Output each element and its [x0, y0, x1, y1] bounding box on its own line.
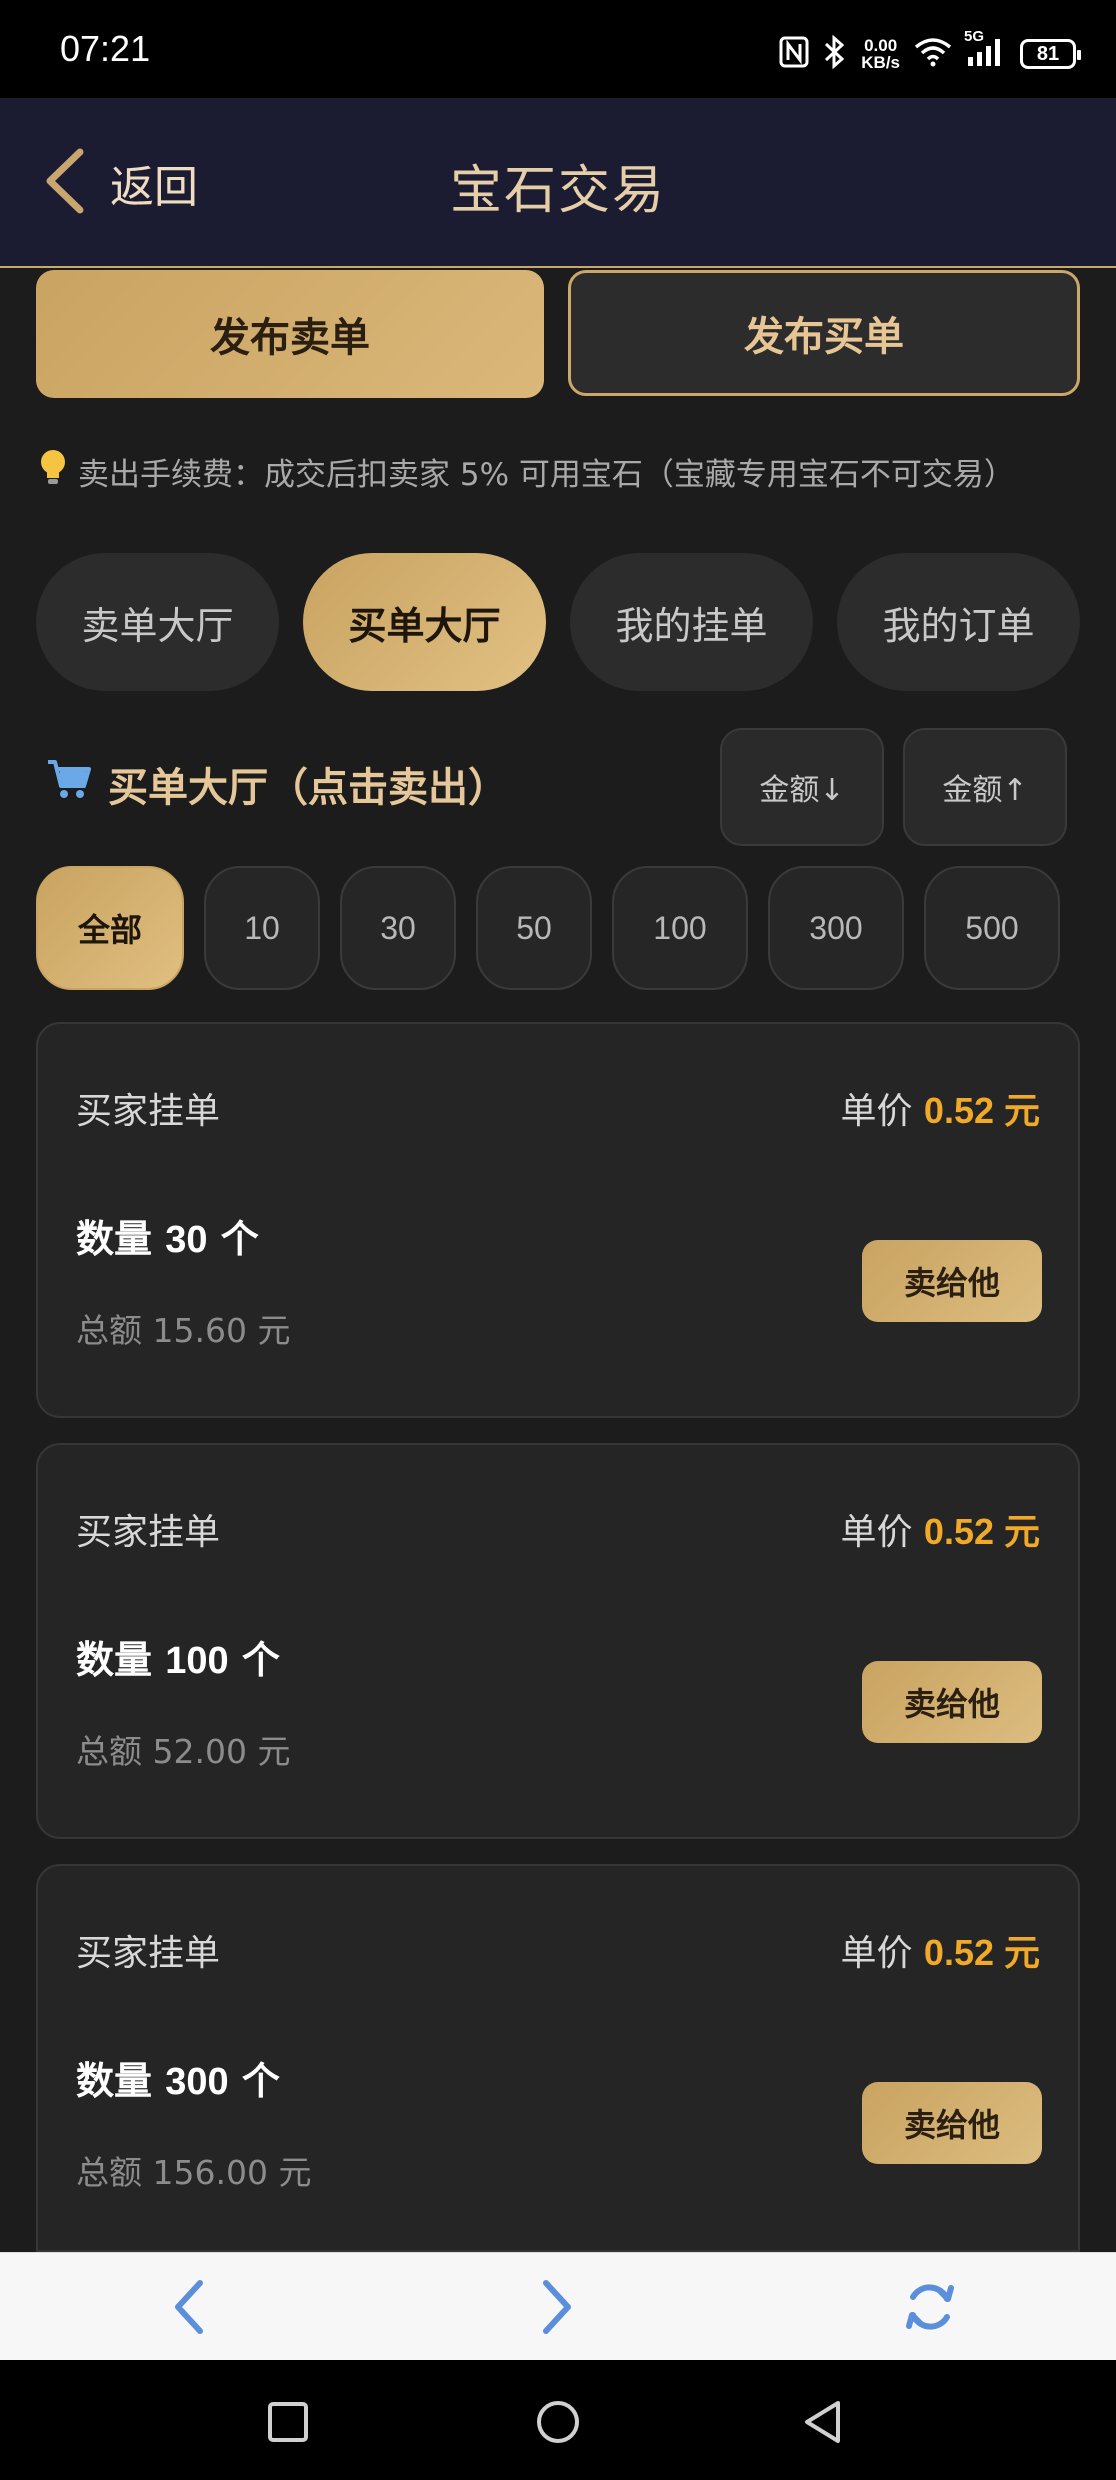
nfc-icon	[779, 36, 809, 73]
refresh-icon[interactable]	[894, 2271, 966, 2343]
quantity-label: 数量	[76, 2059, 153, 2103]
quantity-label: 数量	[76, 1217, 153, 1261]
section-header: 买单大厅（点击卖出）	[46, 755, 508, 813]
browser-toolbar	[0, 2252, 1116, 2360]
quantity-unit: 个	[241, 1638, 280, 1682]
sort-amount-asc-button[interactable]: 金额↑	[903, 728, 1067, 846]
chevron-right-icon[interactable]	[522, 2271, 594, 2343]
quantity-value: 30	[165, 1219, 208, 1261]
order-card: 买家挂单 单价 0.52 元 数量 30 个 总额 15.60 元 卖给他	[36, 1022, 1080, 1418]
tab-buy-hall[interactable]: 买单大厅	[303, 553, 546, 691]
battery-indicator: 81	[1020, 39, 1081, 69]
order-total: 总额 52.00 元	[76, 1732, 291, 1771]
unit-price: 单价 0.52 元	[840, 1503, 1040, 1555]
order-quantity: 数量 300 个	[76, 2050, 280, 2105]
filter-chip-all[interactable]: 全部	[36, 866, 184, 990]
lightbulb-icon	[38, 448, 68, 495]
hall-tabs: 卖单大厅 买单大厅 我的挂单 我的订单	[36, 553, 1080, 691]
chevron-left-icon[interactable]	[152, 2271, 224, 2343]
sell-to-buyer-button[interactable]: 卖给他	[862, 2082, 1042, 2164]
network-type: 5G	[964, 27, 985, 45]
system-navigation-bar	[0, 2360, 1116, 2480]
post-buy-order-button[interactable]: 发布买单	[568, 270, 1080, 396]
status-time: 07:21	[60, 28, 151, 69]
section-title: 买单大厅（点击卖出）	[108, 765, 508, 811]
unit-price-label: 单价	[840, 1512, 913, 1553]
order-card: 买家挂单 单价 0.52 元 数量 100 个 总额 52.00 元 卖给他	[36, 1443, 1080, 1839]
page-title: 宝石交易	[449, 161, 666, 221]
unit-price: 单价 0.52 元	[840, 1924, 1040, 1976]
net-speed-unit: KB/s	[861, 53, 900, 72]
unit-price-value: 0.52 元	[923, 1090, 1040, 1131]
unit-price-label: 单价	[840, 1091, 913, 1132]
circle-icon[interactable]	[528, 2392, 588, 2452]
quantity-value: 300	[165, 2061, 229, 2103]
sort-amount-desc-button[interactable]: 金额↓	[720, 728, 884, 846]
filter-chip-300[interactable]: 300	[768, 866, 904, 990]
quantity-unit: 个	[241, 2059, 280, 2103]
sell-to-buyer-button[interactable]: 卖给他	[862, 1661, 1042, 1743]
quantity-value: 100	[165, 1640, 229, 1682]
square-icon[interactable]	[258, 2392, 318, 2452]
post-order-actions: 发布卖单 发布买单	[36, 270, 1080, 398]
order-card: 买家挂单 单价 0.52 元 数量 300 个 总额 156.00 元 卖给他	[36, 1864, 1080, 2252]
order-quantity: 数量 100 个	[76, 1629, 280, 1684]
filter-chip-10[interactable]: 10	[204, 866, 320, 990]
cell-signal-icon: 5G	[964, 29, 1006, 72]
tab-my-listings[interactable]: 我的挂单	[570, 553, 813, 691]
wifi-icon	[914, 37, 952, 72]
filter-chip-100[interactable]: 100	[612, 866, 748, 990]
filter-chip-30[interactable]: 30	[340, 866, 456, 990]
filter-chip-50[interactable]: 50	[476, 866, 592, 990]
fee-notice-text: 卖出手续费：成交后扣卖家 5% 可用宝石（宝藏专用宝石不可交易）	[78, 457, 1015, 493]
order-quantity: 数量 30 个	[76, 1208, 259, 1263]
quantity-unit: 个	[220, 1217, 259, 1261]
post-sell-order-button[interactable]: 发布卖单	[36, 270, 544, 398]
unit-price: 单价 0.52 元	[840, 1082, 1040, 1134]
fee-notice: 卖出手续费：成交后扣卖家 5% 可用宝石（宝藏专用宝石不可交易）	[38, 448, 1015, 495]
filter-chip-500[interactable]: 500	[924, 866, 1060, 990]
triangle-back-icon[interactable]	[792, 2392, 852, 2452]
quantity-label: 数量	[76, 1638, 153, 1682]
order-total: 总额 15.60 元	[76, 1311, 291, 1350]
status-icons: 0.00 KB/s 5G 81	[779, 29, 1081, 78]
sell-to-buyer-button[interactable]: 卖给他	[862, 1240, 1042, 1322]
unit-price-value: 0.52 元	[923, 1511, 1040, 1552]
order-type: 买家挂单	[76, 1512, 221, 1553]
tab-sell-hall[interactable]: 卖单大厅	[36, 553, 279, 691]
status-bar: 07:21 0.00 KB/s 5G 81	[0, 0, 1116, 98]
unit-price-label: 单价	[840, 1933, 913, 1974]
order-total: 总额 156.00 元	[76, 2153, 312, 2192]
net-speed: 0.00 KB/s	[861, 37, 900, 71]
unit-price-value: 0.52 元	[923, 1932, 1040, 1973]
order-type: 买家挂单	[76, 1091, 221, 1132]
shopping-cart-icon	[46, 758, 92, 810]
amount-filter-chips: 全部 10 30 50 100 300 500	[36, 866, 1060, 990]
tab-my-orders[interactable]: 我的订单	[837, 553, 1080, 691]
net-speed-value: 0.00	[864, 36, 898, 55]
header-bar: 返回 宝石交易	[0, 98, 1116, 268]
bluetooth-icon	[823, 34, 847, 74]
order-type: 买家挂单	[76, 1933, 221, 1974]
